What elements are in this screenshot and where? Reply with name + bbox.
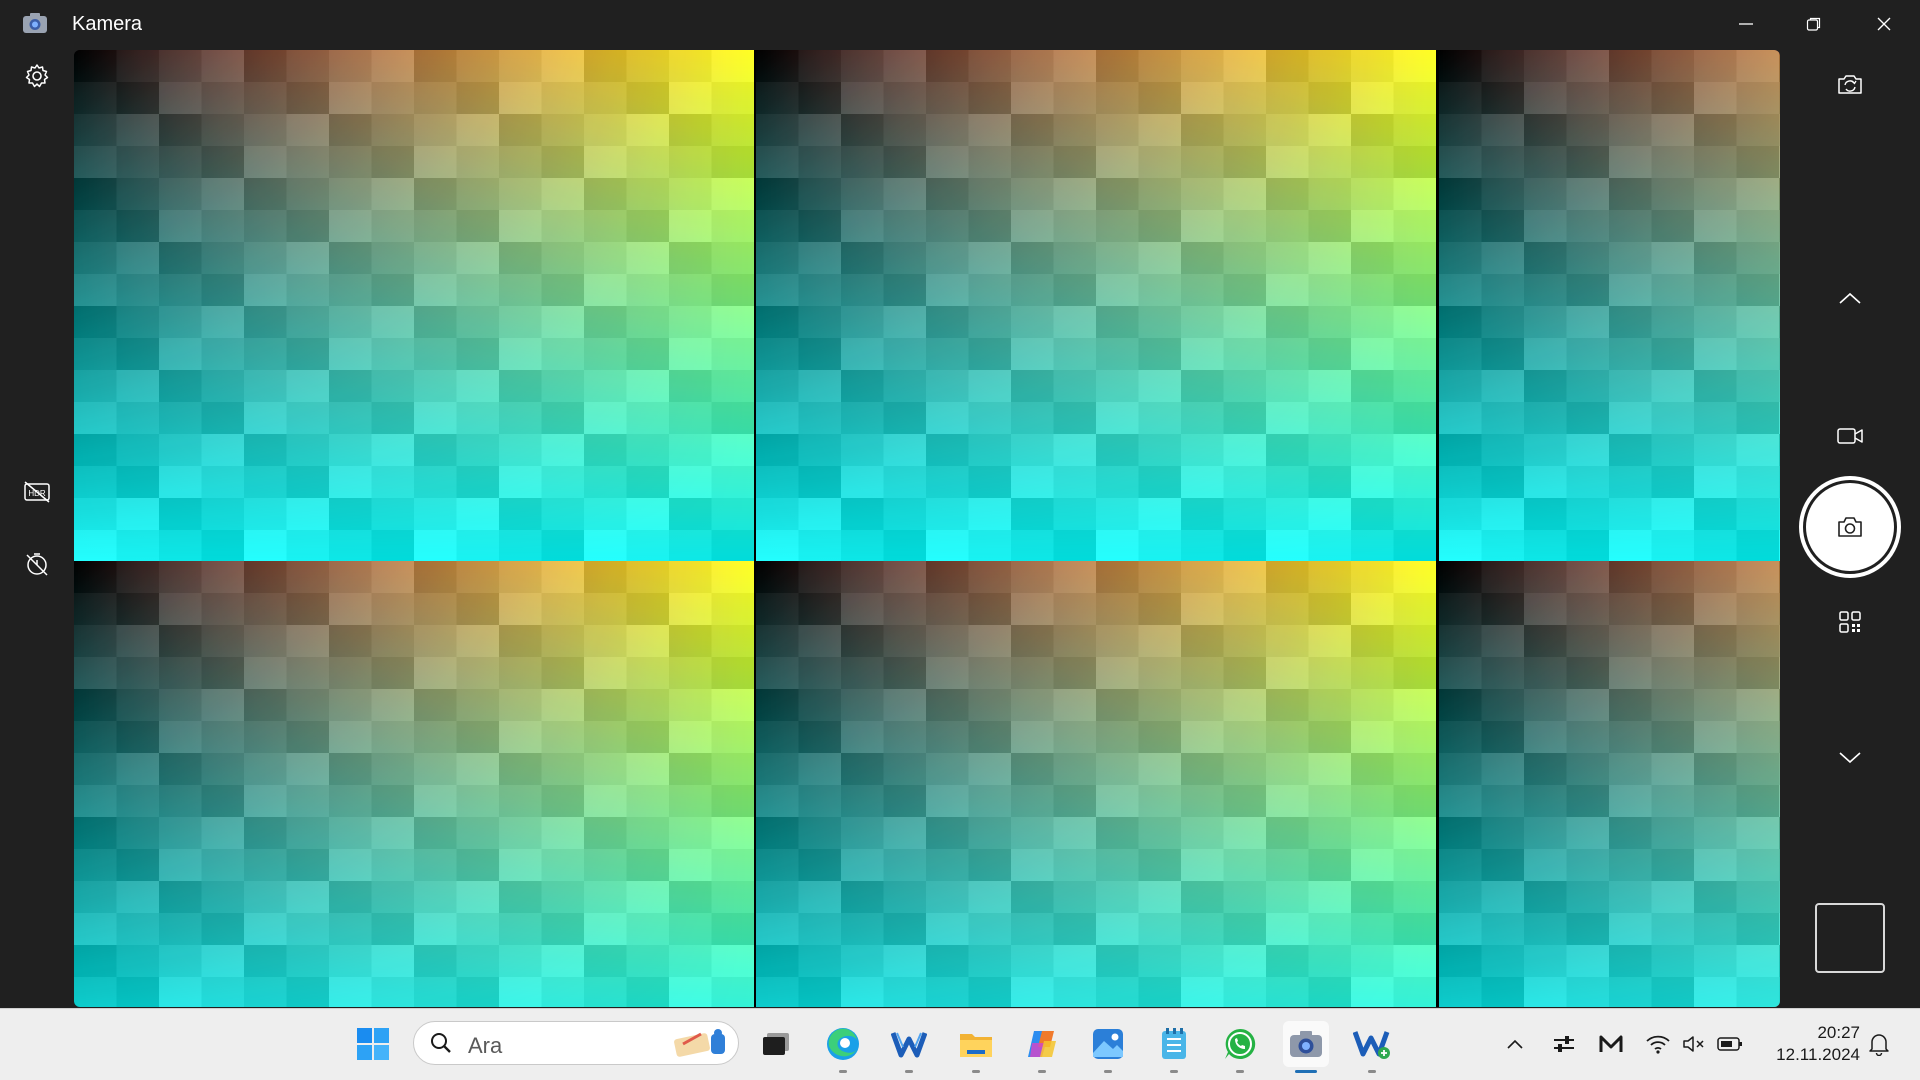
camera-app-icon xyxy=(1290,1031,1322,1057)
clock-time: 20:27 xyxy=(1817,1023,1860,1042)
running-indicator xyxy=(1236,1070,1244,1073)
wifi-icon xyxy=(1646,1035,1670,1054)
windows-start-icon xyxy=(357,1028,389,1060)
running-indicator xyxy=(1038,1070,1046,1073)
active-indicator xyxy=(1295,1070,1317,1073)
left-toolbar: HDR xyxy=(0,48,74,1008)
taskbar-search[interactable]: Ara xyxy=(413,1021,739,1065)
video-mode-button[interactable] xyxy=(1830,416,1870,456)
chevron-down-icon xyxy=(1839,752,1861,764)
copilot-icon xyxy=(1028,1031,1056,1057)
taskbar-app-w[interactable] xyxy=(886,1021,932,1073)
taskbar-clock[interactable]: 20:27 12.11.2024 xyxy=(1760,1022,1860,1066)
search-icon xyxy=(431,1033,451,1053)
tray-app-icon[interactable] xyxy=(1594,1027,1628,1061)
last-capture-thumbnail[interactable] xyxy=(1815,903,1885,973)
taskbar-notepad[interactable] xyxy=(1151,1021,1197,1073)
restore-icon xyxy=(1806,17,1821,31)
test-pattern-tile xyxy=(74,50,754,562)
taskbar-file-explorer[interactable] xyxy=(953,1021,999,1073)
notifications-button[interactable] xyxy=(1862,1027,1896,1061)
minimize-button[interactable] xyxy=(1712,0,1780,48)
running-indicator xyxy=(905,1070,913,1073)
shutter-ring xyxy=(1803,480,1897,574)
camera-preview xyxy=(74,50,1780,1007)
running-indicator xyxy=(839,1070,847,1073)
taskbar-whatsapp[interactable] xyxy=(1217,1021,1263,1073)
clock-date: 12.11.2024 xyxy=(1776,1045,1860,1064)
switch-camera-icon xyxy=(1838,75,1862,94)
restore-button[interactable] xyxy=(1780,0,1848,48)
test-pattern-tile xyxy=(1439,561,1780,1007)
folder-icon xyxy=(960,1034,992,1057)
chevron-up-icon xyxy=(1507,1039,1523,1049)
battery-button[interactable] xyxy=(1713,1027,1747,1061)
start-button[interactable] xyxy=(350,1021,396,1067)
settings-button[interactable] xyxy=(17,56,57,96)
test-pattern-tile xyxy=(756,561,1436,1007)
taskbar-edge[interactable] xyxy=(820,1021,866,1073)
hdr-toggle-button[interactable]: HDR xyxy=(17,472,57,512)
tray-settings-sliders[interactable] xyxy=(1547,1027,1581,1061)
volume-button[interactable] xyxy=(1677,1027,1711,1061)
title-bar: Kamera xyxy=(0,0,1920,48)
running-indicator xyxy=(1170,1070,1178,1073)
task-view-button[interactable] xyxy=(753,1021,799,1067)
photo-shutter-icon xyxy=(1838,517,1862,537)
window-title: Kamera xyxy=(72,13,143,35)
close-button[interactable] xyxy=(1850,0,1918,48)
show-hidden-icons-button[interactable] xyxy=(1498,1027,1532,1061)
running-indicator xyxy=(1368,1070,1376,1073)
switch-camera-button[interactable] xyxy=(1830,64,1870,104)
test-pattern-tile xyxy=(756,50,1436,562)
sliders-icon xyxy=(1554,1036,1574,1052)
close-icon xyxy=(1877,17,1891,31)
timer-toggle-button[interactable] xyxy=(17,544,57,584)
qr-code-icon xyxy=(1839,611,1861,633)
search-placeholder: Ara xyxy=(468,1033,503,1058)
hdr-off-icon: HDR xyxy=(24,481,50,503)
taskbar-photos[interactable] xyxy=(1085,1021,1131,1073)
running-indicator xyxy=(972,1070,980,1073)
whatsapp-icon xyxy=(1225,1028,1256,1059)
video-mode-icon xyxy=(1837,428,1863,444)
test-pattern-tile xyxy=(74,561,754,1007)
bell-icon xyxy=(1869,1034,1889,1056)
taskbar-app-w2[interactable] xyxy=(1349,1021,1395,1073)
volume-muted-icon xyxy=(1683,1036,1704,1052)
chevron-up-icon xyxy=(1839,292,1861,304)
running-indicator xyxy=(1104,1070,1112,1073)
timer-off-icon xyxy=(26,553,48,576)
notepad-icon xyxy=(1162,1028,1186,1059)
mode-down-button[interactable] xyxy=(1830,738,1870,778)
minimize-icon xyxy=(1739,23,1753,25)
search-highlight-icon xyxy=(674,1029,725,1057)
photos-icon xyxy=(1093,1029,1123,1059)
m-app-icon xyxy=(1599,1035,1623,1052)
test-pattern-tile xyxy=(1439,50,1780,562)
take-photo-button[interactable] xyxy=(1799,476,1901,578)
settings-icon xyxy=(25,64,49,88)
w-app-pinned-icon xyxy=(1353,1031,1390,1059)
w-app-icon xyxy=(891,1032,927,1058)
task-view-icon xyxy=(763,1033,789,1055)
right-toolbar xyxy=(1780,48,1920,1008)
taskbar-copilot[interactable] xyxy=(1019,1021,1065,1073)
camera-app-icon xyxy=(22,12,48,34)
qr-scan-button[interactable] xyxy=(1830,602,1870,642)
edge-browser-icon xyxy=(827,1028,859,1060)
battery-icon xyxy=(1717,1037,1742,1051)
network-button[interactable] xyxy=(1641,1027,1675,1061)
mode-up-button[interactable] xyxy=(1830,278,1870,318)
taskbar: Ara 20:27 12.11.2024 xyxy=(0,1008,1920,1080)
taskbar-camera[interactable] xyxy=(1283,1021,1329,1073)
